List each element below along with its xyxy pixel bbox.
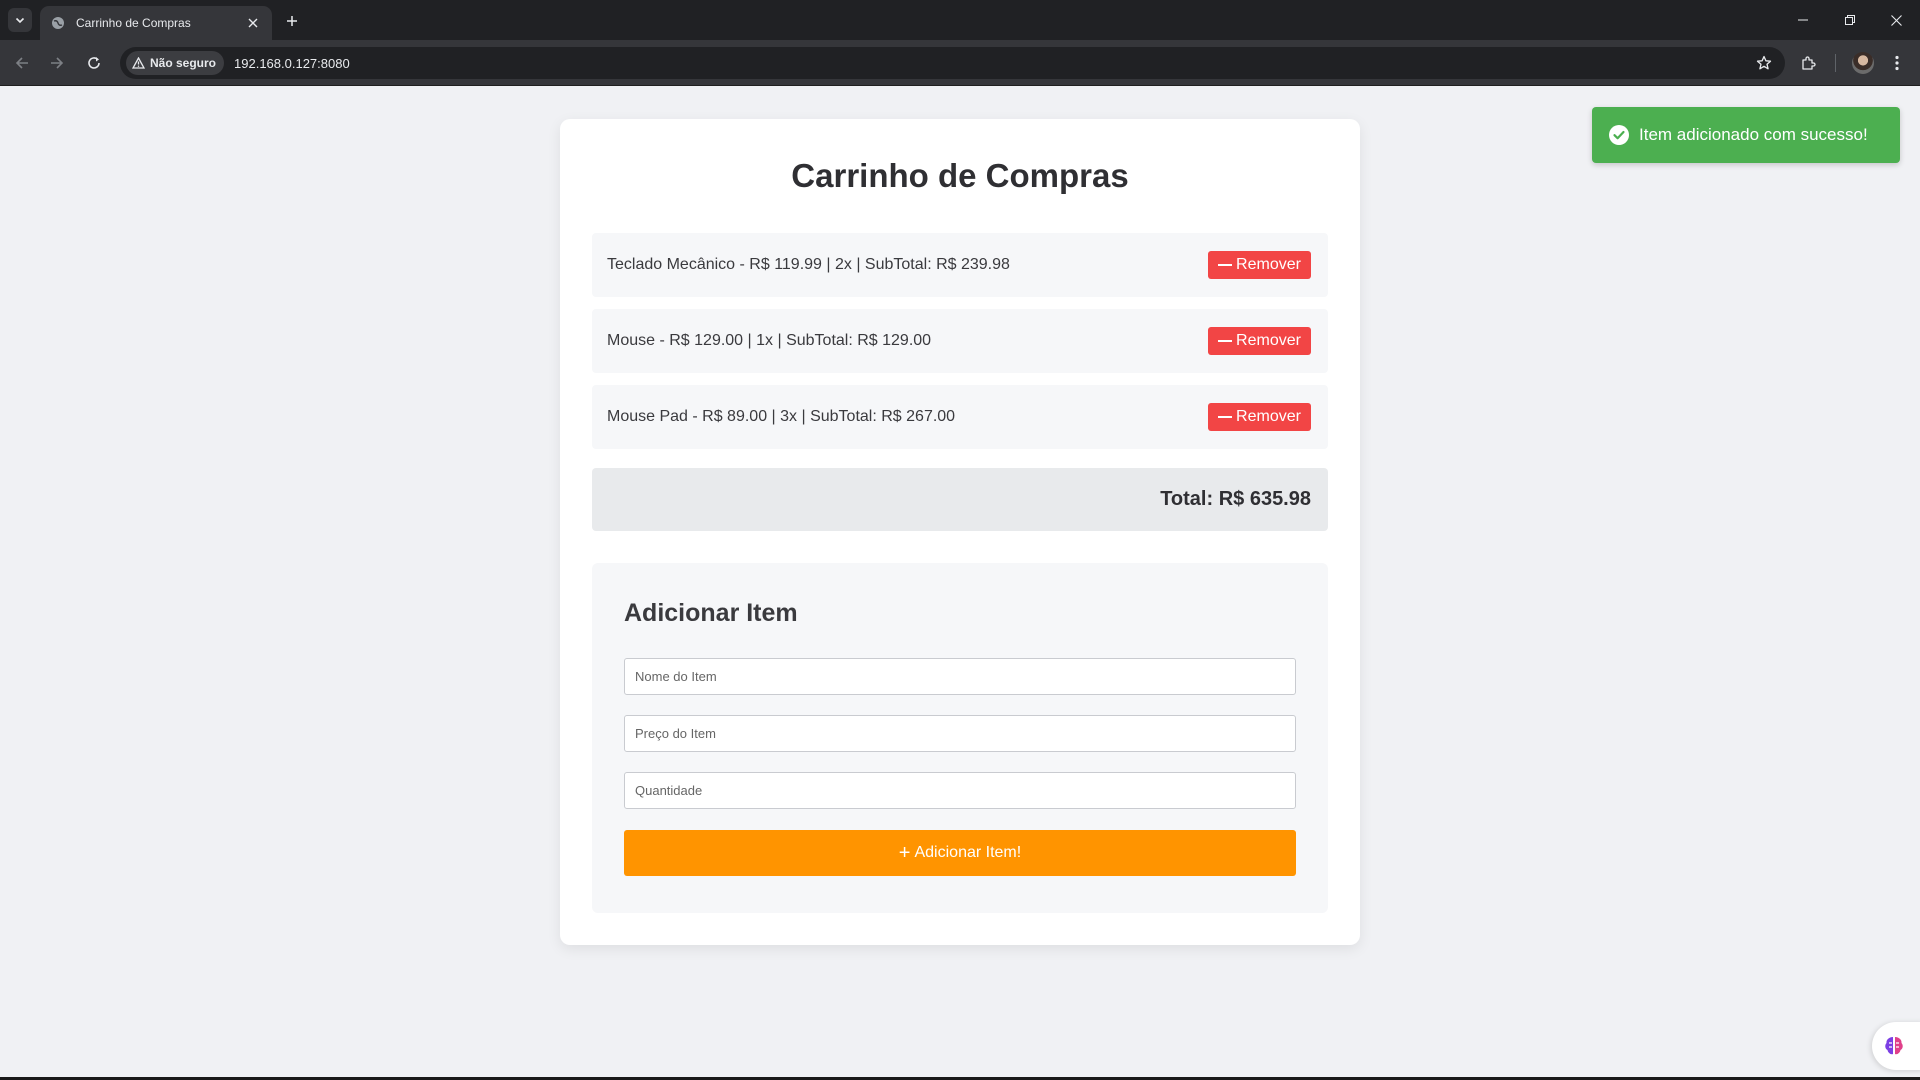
tab-close-button[interactable]: [244, 14, 262, 32]
item-price-input[interactable]: [624, 715, 1296, 752]
remove-button-label: Remover: [1236, 256, 1301, 273]
cart-item: Mouse Pad - R$ 89.00 | 3x | SubTotal: R$…: [592, 385, 1328, 449]
bookmark-button[interactable]: [1753, 52, 1775, 74]
minimize-button[interactable]: [1780, 0, 1826, 40]
remove-button[interactable]: Remover: [1208, 403, 1311, 431]
close-icon: [1890, 14, 1902, 26]
page-viewport: Carrinho de Compras Teclado Mecânico - R…: [0, 87, 1920, 1077]
star-icon: [1756, 55, 1772, 70]
browser-tabstrip: Carrinho de Compras: [0, 0, 1920, 40]
remove-button-label: Remover: [1236, 332, 1301, 349]
chevron-down-icon: [15, 17, 25, 24]
minimize-icon: [1798, 19, 1808, 21]
back-button[interactable]: [10, 51, 34, 75]
add-item-button-label: Adicionar Item!: [914, 844, 1022, 861]
tab-search-button[interactable]: [8, 8, 32, 32]
extensions-button[interactable]: [1796, 50, 1822, 76]
cart-total-text: Total: R$ 635.98: [1160, 488, 1311, 510]
url-text: 192.168.0.127:8080: [234, 55, 350, 71]
cart-item: Teclado Mecânico - R$ 119.99 | 2x | SubT…: [592, 233, 1328, 297]
cart-item-text: Teclado Mecânico - R$ 119.99 | 2x | SubT…: [607, 256, 1010, 273]
cart-total: Total: R$ 635.98: [592, 468, 1328, 531]
minus-icon: [1218, 340, 1233, 342]
add-item-button[interactable]: + Adicionar Item!: [624, 830, 1296, 876]
cart-item-text: Mouse - R$ 129.00 | 1x | SubTotal: R$ 12…: [607, 332, 932, 349]
forward-button[interactable]: [45, 51, 69, 75]
globe-icon: [50, 15, 66, 31]
brain-icon: [1885, 1037, 1903, 1055]
add-item-form: Adicionar Item + Adicionar Item!: [592, 563, 1328, 913]
cart-item: Mouse - R$ 129.00 | 1x | SubTotal: R$ 12…: [592, 309, 1328, 373]
plus-icon: +: [898, 842, 911, 864]
cart-card: Carrinho de Compras Teclado Mecânico - R…: [560, 119, 1360, 945]
restore-icon: [1845, 15, 1855, 25]
extension-bubble[interactable]: [1872, 1022, 1920, 1070]
warning-icon: [132, 57, 145, 69]
minus-icon: [1218, 264, 1233, 266]
new-tab-button[interactable]: [280, 9, 304, 33]
browser-tab[interactable]: Carrinho de Compras: [40, 6, 272, 40]
item-quantity-input[interactable]: [624, 772, 1296, 809]
check-circle-icon: [1609, 125, 1629, 145]
remove-button[interactable]: Remover: [1208, 327, 1311, 355]
remove-button-label: Remover: [1236, 408, 1301, 425]
profile-button[interactable]: [1850, 50, 1876, 76]
item-name-input[interactable]: [624, 658, 1296, 695]
menu-button[interactable]: [1884, 50, 1910, 76]
reload-button[interactable]: [82, 51, 106, 75]
remove-button[interactable]: Remover: [1208, 251, 1311, 279]
toolbar-divider: [1835, 54, 1836, 72]
success-toast: Item adicionado com sucesso!: [1592, 107, 1900, 163]
more-vertical-icon: [1895, 55, 1899, 71]
toast-message: Item adicionado com sucesso!: [1639, 125, 1868, 144]
tab-title: Carrinho de Compras: [76, 16, 191, 30]
browser-toolbar: Não seguro 192.168.0.127:8080: [0, 40, 1920, 86]
address-bar[interactable]: Não seguro 192.168.0.127:8080: [120, 47, 1785, 79]
puzzle-icon: [1802, 56, 1816, 70]
minus-icon: [1218, 416, 1233, 418]
restore-button[interactable]: [1827, 0, 1873, 40]
avatar: [1852, 52, 1874, 74]
close-icon: [248, 18, 258, 28]
plus-icon: [287, 16, 297, 26]
arrow-right-icon: [51, 57, 64, 69]
close-window-button[interactable]: [1873, 0, 1919, 40]
page-title: Carrinho de Compras: [791, 157, 1129, 194]
form-title: Adicionar Item: [624, 599, 798, 627]
security-label: Não seguro: [150, 56, 217, 70]
security-chip[interactable]: Não seguro: [126, 51, 225, 75]
arrow-left-icon: [15, 57, 28, 69]
reload-icon: [88, 57, 100, 69]
cart-item-text: Mouse Pad - R$ 89.00 | 3x | SubTotal: R$…: [607, 408, 956, 425]
